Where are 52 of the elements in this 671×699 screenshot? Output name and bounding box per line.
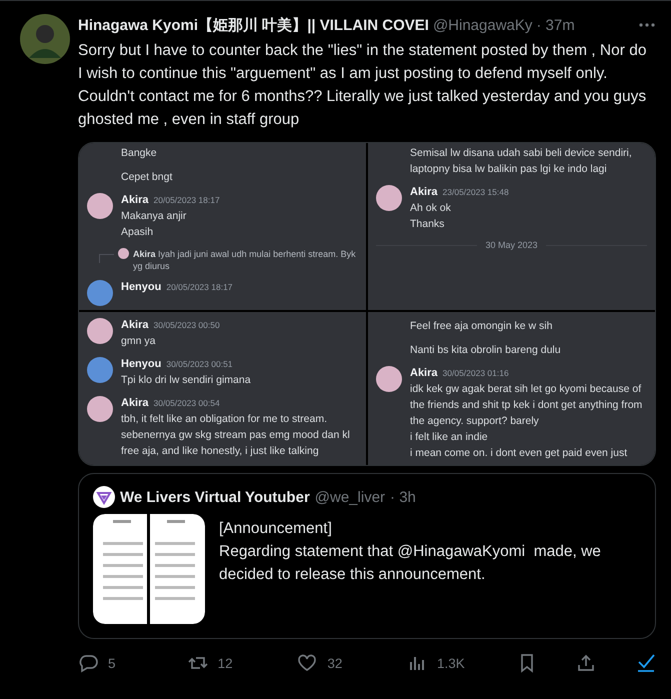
like-button[interactable]: 32 [297, 653, 368, 673]
check-button[interactable] [636, 653, 656, 673]
heart-icon [297, 653, 318, 673]
chat-author: Akira [121, 318, 149, 333]
quoted-text: [Announcement] Regarding statement that @HinagawaKyomi made, we decided to release this announcement. [219, 519, 602, 585]
chat-timestamp: 30/05/2023 00:54 [154, 397, 220, 410]
quoted-author-handle: @we_liver [314, 488, 386, 506]
chat-message: Nanti bs kita obrolin bareng dulu [409, 343, 562, 358]
author-handle[interactable]: @HinagawaKy [432, 16, 532, 34]
chat-message: Thanks [410, 217, 446, 232]
checkmark-icon [636, 653, 656, 673]
chat-timestamp: 30/05/2023 01:16 [442, 367, 509, 380]
chat-message: Ah ok ok [410, 201, 452, 216]
chat-timestamp: 30/05/2023 00:50 [154, 319, 220, 332]
chat-message: i mean come on. i dont even get paid even just [410, 446, 628, 461]
chat-timestamp: 30/05/2023 00:51 [166, 358, 233, 371]
chat-author: Akira [121, 193, 149, 208]
chat-author: Henyou [121, 357, 162, 372]
media-grid[interactable] [78, 142, 656, 466]
date-divider: 30 May 2023 [485, 240, 538, 250]
chat-message: Semisal lw disana udah sabi beli device sendiri, laptopny bisa lw balikin pas lgi ke indo lagi [409, 146, 633, 177]
avatar[interactable] [20, 14, 70, 64]
share-button[interactable] [576, 653, 596, 673]
quoted-post[interactable]: We Livers Virtual Youtuber @we_liver · 3h [Announcement] Regarding statement that @HinagawaKyomi made, we decided to release this announcement. [78, 473, 656, 639]
share-icon [576, 653, 596, 673]
chat-author: Akira [121, 396, 149, 411]
chat-timestamp: 20/05/2023 18:17 [166, 281, 233, 294]
author-name[interactable]: Hinagawa Kyomi【姫那川 叶美】|| VILLAIN COVEI [78, 16, 429, 34]
repost-button[interactable]: 12 [188, 653, 258, 673]
post-time[interactable]: · 37m [536, 16, 575, 34]
chat-author: Henyou [121, 280, 162, 295]
chat-message: Bangke [120, 146, 158, 161]
chat-timestamp: 20/05/2023 18:17 [154, 194, 220, 207]
chat-message: i felt like an indie [410, 430, 489, 445]
comment-icon [78, 653, 98, 673]
chat-message: Tpi klo dri lw sendiri gimana [121, 373, 251, 388]
chat-message: Apasih [121, 225, 154, 240]
chat-author: Akira [410, 185, 438, 200]
chat-message: Feel free aja omongin ke w sih [409, 319, 554, 334]
views-button[interactable]: 1.3K [406, 653, 477, 673]
quoted-author-name: We Livers Virtual Youtuber [120, 488, 310, 506]
reply-button[interactable]: 5 [78, 653, 148, 673]
chat-timestamp: 23/05/2023 15:48 [442, 186, 509, 199]
chat-message: Makanya anjir [121, 209, 188, 224]
chat-message: tbh, it felt like an obligation for me to stream. sebenernya gw skg stream pas emg mood dan kl free aja, and like honestly, i just like talking [121, 412, 351, 459]
reply-preview: Akira Iyah jadi juni awal udh mulai berhenti stream. Byk yg diurus [133, 248, 357, 272]
chat-message: Cepet bngt [120, 170, 174, 185]
quoted-post-time: · 3h [390, 488, 416, 506]
chat-author: Akira [410, 366, 438, 381]
triangle-logo-icon [93, 486, 115, 508]
tweet-text: Sorry but I have to counter back the "lies" in the statement posted by them , Nor do I wish to continue this "arguement" as I am just posting to defend myself only. Couldn't contact me for 6 months?? Literally we just talked yesterday and you guys ghosted me , even in staff group [78, 41, 648, 130]
chat-message: gmn ya [121, 334, 156, 349]
